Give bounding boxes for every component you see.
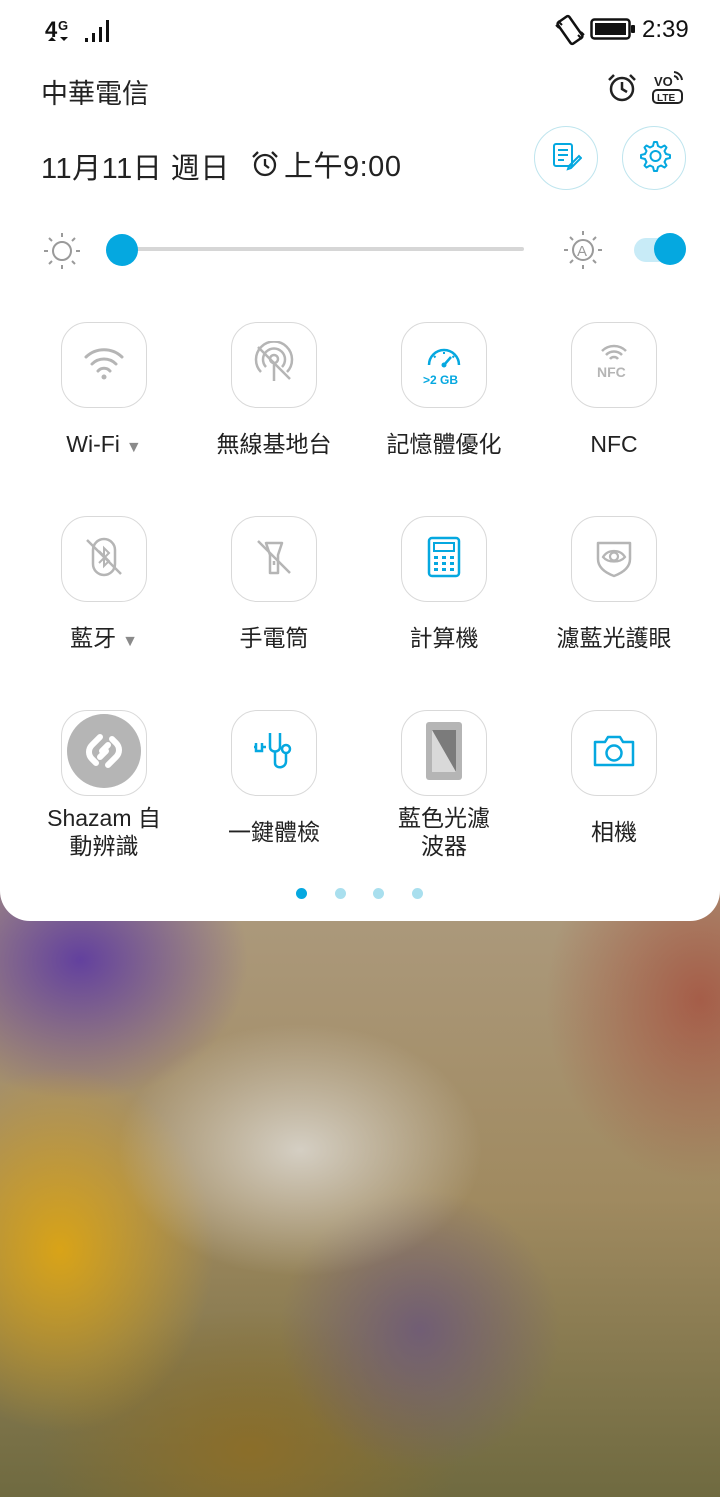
tile-bluelight-filter-label[interactable]: 藍色光濾 波器 [359,804,529,860]
signal-icon [84,16,114,44]
carrier-name: 中華電信 [41,79,149,109]
page-dot-4[interactable] [412,888,423,899]
flashlight-off-icon [252,535,296,584]
wallpaper-background [0,921,720,1497]
tile-nfc[interactable]: NFC [571,322,657,408]
brightness-low-icon [41,230,83,272]
page-dot-2[interactable] [335,888,346,899]
brightness-slider-track[interactable] [122,247,524,251]
tile-boost-label[interactable]: 記憶體優化 [359,430,529,458]
tile-boost[interactable]: >2 GB [401,322,487,408]
tile-camera-label[interactable]: 相機 [529,818,699,846]
auto-brightness-icon: A [562,229,604,271]
tile-eye-care-label[interactable]: 濾藍光護眼 [529,624,699,652]
brightness-slider-thumb[interactable] [106,234,138,266]
stethoscope-icon [250,727,298,780]
svg-text:LTE: LTE [657,93,675,104]
alarm-time: 上午9:00 [284,151,402,183]
tile-calculator-label[interactable]: 計算機 [359,624,529,652]
settings-icon [637,139,671,178]
page-dot-3[interactable] [373,888,384,899]
shazam-icon [66,713,142,794]
toggle-thumb [654,233,686,265]
eye-care-icon [592,535,636,584]
boost-icon: >2 GB [418,337,470,394]
tile-health-check[interactable] [231,710,317,796]
tile-nfc-label[interactable]: NFC [529,430,699,458]
date-label: 11月11日 週日 [41,153,230,185]
nfc-icon: NFC [592,343,636,388]
tile-health-check-label[interactable]: 一鍵體檢 [189,818,359,846]
chevron-down-icon: ▼ [122,633,138,650]
chevron-down-icon: ▼ [125,439,142,456]
tile-hotspot-label[interactable]: 無線基地台 [189,430,359,458]
tile-flashlight-label[interactable]: 手電筒 [189,624,359,652]
tile-shazam-label[interactable]: Shazam 自 動辨識 [19,804,189,860]
network-4g-icon: 4 G [44,14,74,48]
bluelight-filter-icon [422,720,466,787]
camera-icon [592,733,636,774]
tile-bluelight-filter[interactable] [401,710,487,796]
battery-icon [590,17,636,41]
calculator-icon [424,535,464,584]
tile-hotspot[interactable] [231,322,317,408]
vibrate-icon [553,13,587,47]
svg-text:VO: VO [654,74,673,89]
tile-eye-care[interactable] [571,516,657,602]
edit-button[interactable] [534,126,598,190]
svg-text:>2 GB: >2 GB [423,373,458,387]
quick-settings-panel: 4 G 2:39 中華電信 VO LTE 11月11日 週日 上午9:00 A … [0,0,720,921]
svg-text:A: A [577,243,587,260]
tile-bluetooth-label[interactable]: 藍牙 ▼ [19,624,189,656]
alarm-icon [606,72,638,104]
svg-text:NFC: NFC [597,364,626,380]
status-time: 2:39 [642,16,689,43]
svg-text:G: G [58,18,68,33]
tile-bluetooth[interactable] [61,516,147,602]
settings-button[interactable] [622,126,686,190]
hotspot-off-icon [252,339,296,390]
volte-icon: VO LTE [650,68,686,106]
tile-camera[interactable] [571,710,657,796]
auto-brightness-toggle[interactable] [634,233,688,267]
next-alarm[interactable]: 上午9:00 [250,143,401,185]
tile-shazam[interactable] [61,710,147,796]
tile-calculator[interactable] [401,516,487,602]
page-dot-1[interactable] [296,888,307,899]
wifi-icon [82,343,126,388]
tile-wifi-label[interactable]: Wi-Fi ▼ [19,430,189,462]
alarm-small-icon [250,149,280,179]
bluetooth-off-icon [82,535,126,584]
tile-wifi[interactable] [61,322,147,408]
edit-icon [550,140,583,177]
tile-flashlight[interactable] [231,516,317,602]
